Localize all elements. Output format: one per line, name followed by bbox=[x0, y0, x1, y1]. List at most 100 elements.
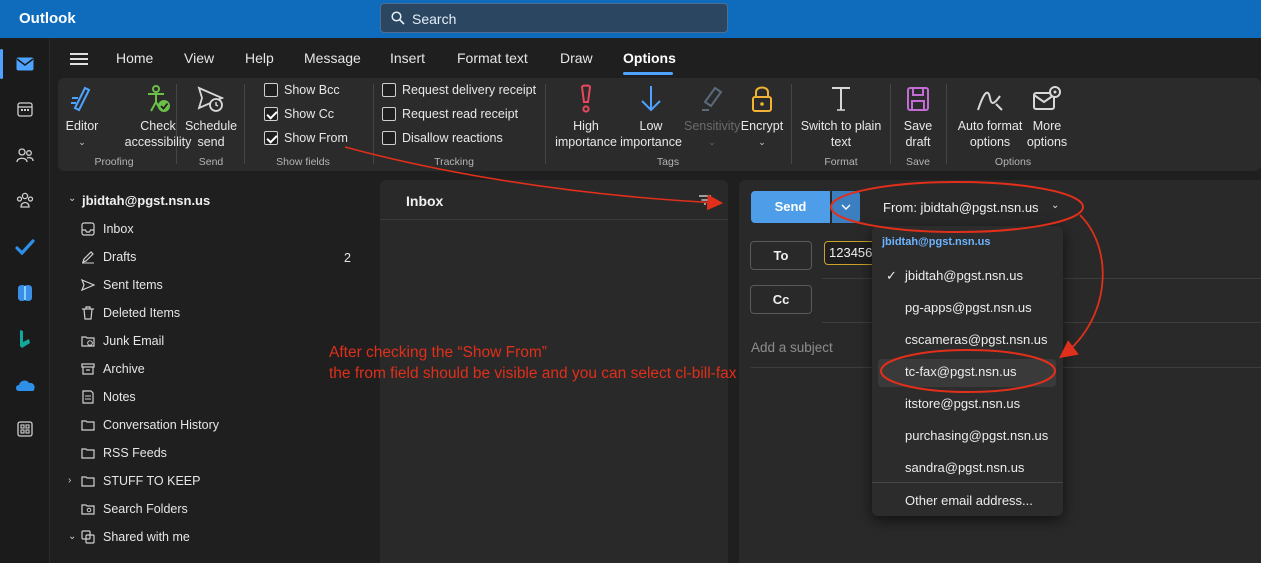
show-from-checkbox[interactable]: Show From bbox=[264, 131, 348, 145]
text-format-icon bbox=[832, 87, 850, 111]
search-box[interactable]: Search bbox=[380, 3, 728, 33]
more-apps-icon[interactable] bbox=[12, 416, 38, 442]
request-read-checkbox[interactable]: Request read receipt bbox=[382, 107, 518, 121]
tab-draw[interactable]: Draw bbox=[560, 50, 593, 66]
schedule-send-line2: send bbox=[197, 135, 225, 149]
mail-settings-icon bbox=[1033, 86, 1061, 110]
schedule-send-button[interactable]: Schedule send bbox=[182, 84, 240, 150]
exclamation-icon bbox=[580, 84, 592, 113]
folder-icon bbox=[80, 417, 96, 433]
check-accessibility-line1: Check bbox=[140, 119, 176, 133]
folder-drafts[interactable]: Drafts bbox=[80, 246, 136, 268]
request-read-label: Request read receipt bbox=[402, 107, 519, 121]
calendar-icon[interactable] bbox=[12, 96, 38, 122]
high-importance-line1: High bbox=[573, 119, 599, 133]
chevron-down-icon: ⌄ bbox=[78, 137, 86, 147]
from-option-itstore[interactable]: itstore@pgst.nsn.us bbox=[905, 396, 1020, 411]
chevron-down-icon bbox=[841, 204, 851, 210]
schedule-send-line1: Schedule bbox=[184, 119, 238, 133]
folder-deleted-items[interactable]: Deleted Items bbox=[80, 302, 180, 324]
from-dropdown-menu: jbidtah@pgst.nsn.us ✓ jbidtah@pgst.nsn.u… bbox=[872, 226, 1063, 516]
disallow-reactions-checkbox[interactable]: Disallow reactions bbox=[382, 131, 503, 145]
from-option-sandra[interactable]: sandra@pgst.nsn.us bbox=[905, 460, 1024, 475]
chevron-down-icon[interactable]: ⌄ bbox=[68, 531, 76, 542]
from-field[interactable]: From: jbidtah@pgst.nsn.us bbox=[883, 200, 1039, 215]
save-draft-line2: draft bbox=[905, 135, 931, 149]
from-option-tc-fax[interactable]: tc-fax@pgst.nsn.us bbox=[905, 364, 1016, 379]
save-draft-button[interactable]: Save draft bbox=[898, 84, 938, 150]
folder-search-folders[interactable]: Search Folders bbox=[80, 498, 188, 520]
folder-rss-feeds[interactable]: RSS Feeds bbox=[80, 442, 167, 464]
low-importance-line2: importance bbox=[620, 135, 682, 149]
encrypt-button[interactable]: Encrypt ⌄ bbox=[740, 84, 784, 150]
folder-junk-email[interactable]: Junk Email bbox=[80, 330, 164, 352]
tab-message[interactable]: Message bbox=[304, 50, 361, 66]
send-button[interactable]: Send bbox=[751, 191, 830, 223]
more-options-line2: options bbox=[1026, 135, 1068, 149]
sensitivity-button[interactable]: Sensitivity ⌄ bbox=[684, 84, 740, 150]
folder-sent-items[interactable]: Sent Items bbox=[80, 274, 163, 296]
folder-label: Junk Email bbox=[103, 334, 165, 348]
send-options-button[interactable] bbox=[832, 191, 860, 223]
tab-view[interactable]: View bbox=[184, 50, 214, 66]
from-option-cscameras[interactable]: cscameras@pgst.nsn.us bbox=[905, 332, 1048, 347]
folder-shared-with-me[interactable]: Shared with me bbox=[80, 526, 190, 548]
chevron-down-icon[interactable]: ⌄ bbox=[1051, 200, 1059, 211]
tab-format-text[interactable]: Format text bbox=[457, 50, 528, 66]
dropdown-account-header: jbidtah@pgst.nsn.us bbox=[882, 236, 991, 248]
filter-icon[interactable] bbox=[698, 195, 712, 205]
low-importance-button[interactable]: Low importance bbox=[618, 84, 684, 150]
folder-label: STUFF TO KEEP bbox=[103, 474, 201, 488]
auto-format-options-button[interactable]: Auto format options bbox=[954, 84, 1026, 150]
folder-inbox[interactable]: Inbox bbox=[80, 218, 134, 240]
title-bar: Outlook Search bbox=[0, 0, 1261, 38]
todo-icon[interactable] bbox=[12, 234, 38, 260]
low-importance-line1: Low bbox=[639, 119, 663, 133]
show-fields-group-label: Show fields bbox=[276, 156, 330, 168]
folder-archive[interactable]: Archive bbox=[80, 358, 145, 380]
tab-options[interactable]: Options bbox=[623, 50, 676, 66]
chevron-right-icon[interactable]: › bbox=[68, 475, 71, 486]
show-from-label: Show From bbox=[284, 131, 348, 145]
mail-icon[interactable] bbox=[12, 51, 38, 77]
send-group-label: Send bbox=[198, 156, 224, 168]
people-icon[interactable] bbox=[12, 142, 38, 168]
account-name[interactable]: jbidtah@pgst.nsn.us bbox=[82, 193, 210, 208]
editor-icon bbox=[71, 86, 91, 112]
to-button[interactable]: To bbox=[750, 241, 812, 270]
search-icon bbox=[391, 11, 405, 25]
more-options-button[interactable]: More options bbox=[1026, 84, 1068, 150]
cc-button[interactable]: Cc bbox=[750, 285, 812, 314]
groups-icon[interactable] bbox=[12, 187, 38, 213]
chevron-down-icon[interactable]: ⌄ bbox=[68, 193, 76, 204]
folder-stuff-to-keep[interactable]: STUFF TO KEEP bbox=[80, 470, 200, 492]
tab-help[interactable]: Help bbox=[245, 50, 274, 66]
other-email-address-option[interactable]: Other email address... bbox=[905, 493, 1033, 508]
office-icon[interactable] bbox=[12, 280, 38, 306]
show-cc-label: Show Cc bbox=[284, 107, 335, 121]
tab-home[interactable]: Home bbox=[116, 50, 153, 66]
folder-label: Inbox bbox=[103, 222, 134, 236]
show-bcc-checkbox[interactable]: Show Bcc bbox=[264, 83, 340, 97]
onedrive-icon[interactable] bbox=[12, 372, 38, 398]
editor-button[interactable]: Editor ⌄ bbox=[62, 84, 102, 150]
high-importance-button[interactable]: High importance bbox=[554, 84, 618, 150]
high-importance-line2: importance bbox=[555, 135, 617, 149]
subject-input[interactable]: Add a subject bbox=[751, 340, 833, 355]
show-cc-checkbox[interactable]: Show Cc bbox=[264, 107, 334, 121]
sensitivity-icon bbox=[702, 86, 723, 111]
switch-plain-text-button[interactable]: Switch to plain text bbox=[798, 84, 884, 150]
sent-icon bbox=[80, 277, 96, 293]
folder-notes[interactable]: Notes bbox=[80, 386, 136, 408]
folder-label: Sent Items bbox=[103, 278, 163, 292]
ribbon: Editor ⌄ Check accessibility Proofing Sc… bbox=[58, 78, 1261, 171]
folder-conversation-history[interactable]: Conversation History bbox=[80, 414, 219, 436]
from-option-purchasing[interactable]: purchasing@pgst.nsn.us bbox=[905, 428, 1048, 443]
from-option-jbidtah[interactable]: ✓ jbidtah@pgst.nsn.us bbox=[886, 268, 1023, 283]
menu-bar: Home View Help Message Insert Format tex… bbox=[50, 38, 1261, 76]
from-option-pg-apps[interactable]: pg-apps@pgst.nsn.us bbox=[905, 300, 1032, 315]
hamburger-icon[interactable] bbox=[70, 53, 88, 65]
tab-insert[interactable]: Insert bbox=[390, 50, 425, 66]
request-delivery-checkbox[interactable]: Request delivery receipt bbox=[382, 83, 536, 97]
bookings-icon[interactable] bbox=[12, 326, 38, 352]
